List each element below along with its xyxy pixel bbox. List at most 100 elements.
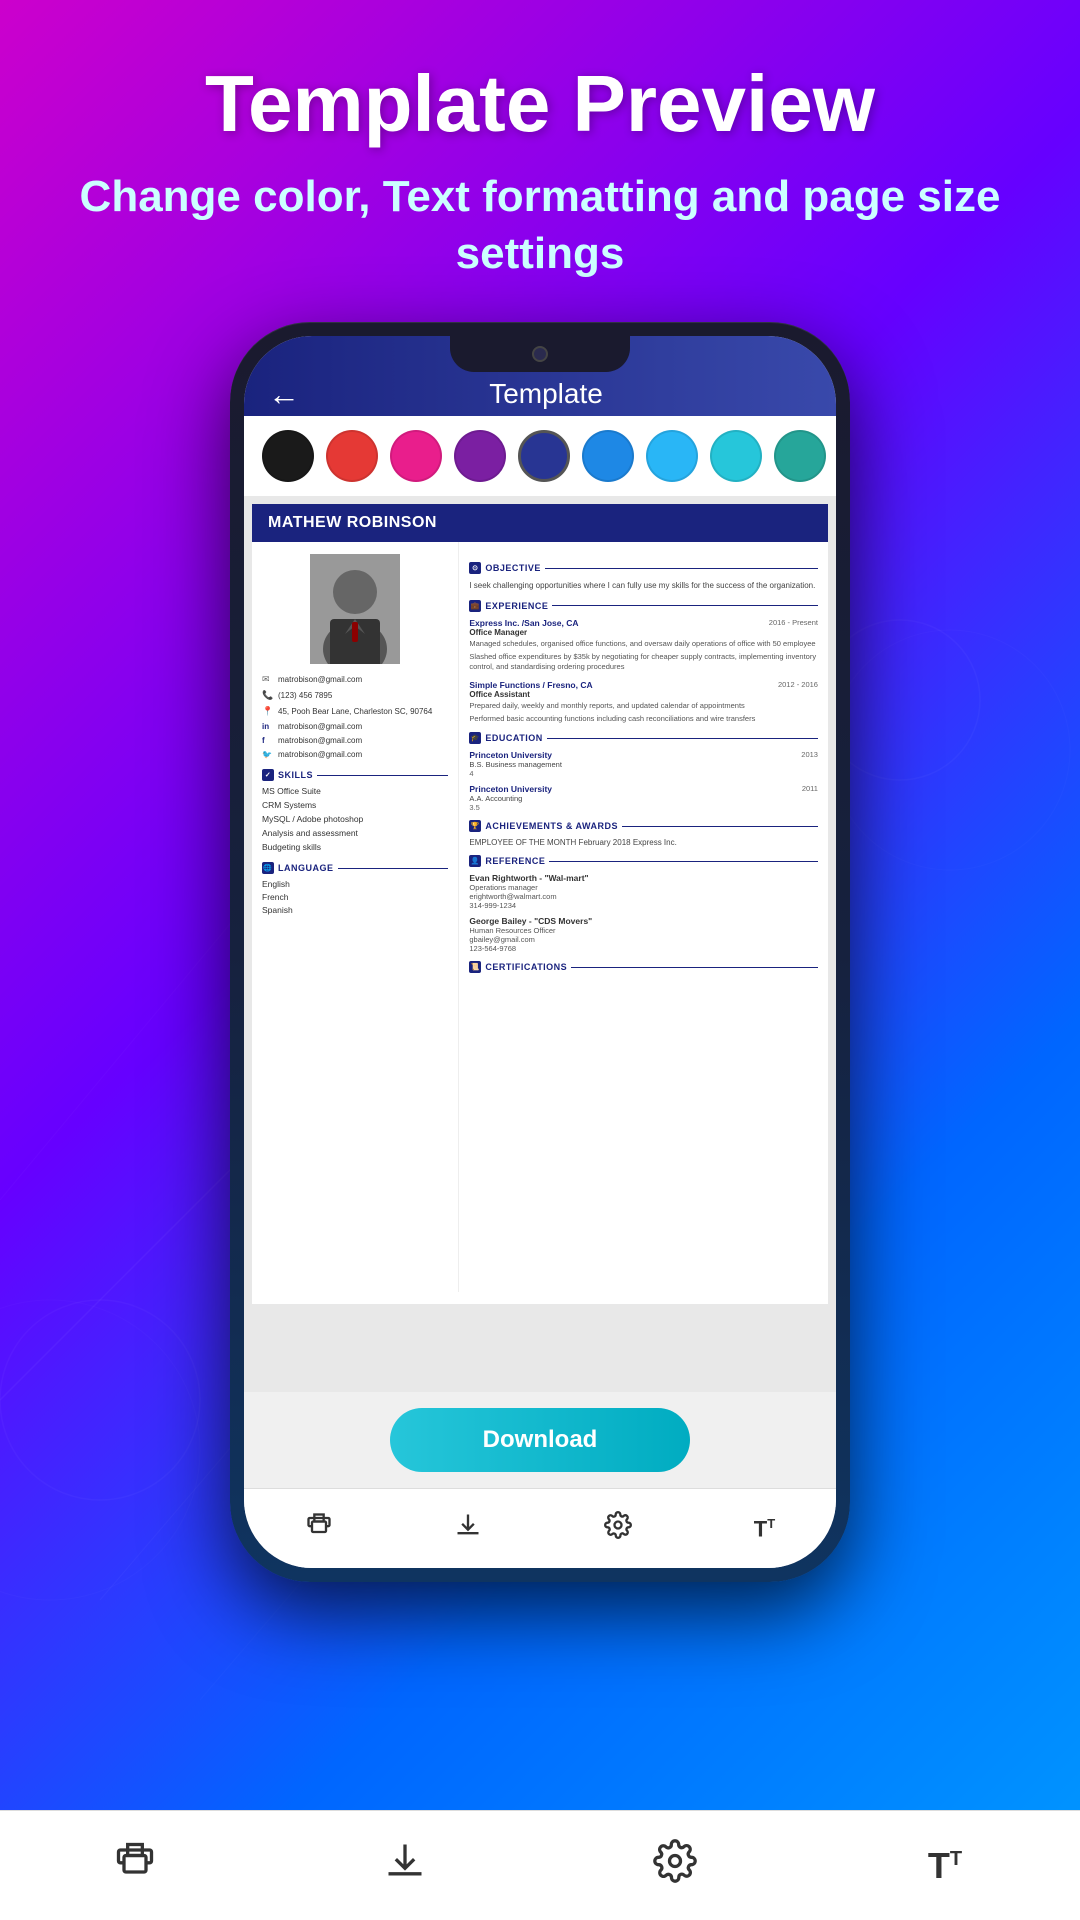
nav-download[interactable] <box>434 1503 502 1554</box>
page-download-icon <box>383 1839 427 1893</box>
resume-name-header: MATHEW ROBINSON <box>252 504 828 542</box>
email-text: matrobison@gmail.com <box>278 675 362 684</box>
contact-email: ✉ matrobison@gmail.com <box>262 674 448 685</box>
download-nav-icon <box>454 1511 482 1546</box>
camera-dot <box>532 346 548 362</box>
page-nav-download[interactable] <box>270 1839 540 1893</box>
page-nav-font[interactable]: TT <box>810 1848 1080 1884</box>
lang-english: English <box>262 879 448 889</box>
exp-item-1: Express Inc. /San Jose, CA 2016 - Presen… <box>469 618 818 672</box>
facebook-text: matrobison@gmail.com <box>278 736 362 745</box>
skill-4: Analysis and assessment <box>262 828 448 838</box>
exp-item-2: Simple Functions / Fresno, CA 2012 - 201… <box>469 680 818 724</box>
page-nav-settings[interactable] <box>540 1839 810 1893</box>
color-purple[interactable] <box>454 430 506 482</box>
skill-5: Budgeting skills <box>262 842 448 852</box>
exp-role-1: Office Manager <box>469 628 818 637</box>
phone-mockup: ← Template <box>0 322 1080 1582</box>
ref-phone-1: 314-999-1234 <box>469 901 818 910</box>
lang-spanish: Spanish <box>262 905 448 915</box>
linkedin-icon: in <box>262 722 272 731</box>
skills-section-title: ✓ SKILLS <box>262 769 448 781</box>
app-title: Template <box>320 378 812 410</box>
header-subtitle: Change color, Text formatting and page s… <box>0 168 1080 282</box>
language-section-title: 🌐 LANGUAGE <box>262 862 448 874</box>
edu-item-1: Princeton University 2013 B.S. Business … <box>469 750 818 778</box>
ref-role-1: Operations manager <box>469 883 818 892</box>
color-black[interactable] <box>262 430 314 482</box>
skill-1: MS Office Suite <box>262 786 448 796</box>
phone-icon: 📞 <box>262 690 272 701</box>
phone-outer-frame: ← Template <box>230 322 850 1582</box>
exp-desc-1: Managed schedules, organised office func… <box>469 639 818 649</box>
education-icon: 🎓 <box>469 732 481 744</box>
ref-email-2: gbailey@gmail.com <box>469 935 818 944</box>
exp-desc-2: Prepared daily, weekly and monthly repor… <box>469 701 818 711</box>
lang-french: French <box>262 892 448 902</box>
edu-item-2: Princeton University 2011 A.A. Accountin… <box>469 784 818 812</box>
color-red[interactable] <box>326 430 378 482</box>
ref-phone-2: 123-564-9768 <box>469 944 818 953</box>
experience-icon: 💼 <box>469 600 481 612</box>
resume-left-column: ✉ matrobison@gmail.com 📞 (123) 456 7895 … <box>252 542 459 1292</box>
color-navy[interactable] <box>518 430 570 482</box>
objective-heading: ⊙ OBJECTIVE <box>469 562 818 574</box>
page-title: Template Preview <box>0 60 1080 148</box>
page-nav-print[interactable] <box>0 1839 270 1893</box>
nav-font-size[interactable]: TT <box>734 1508 795 1550</box>
ref-email-1: erightworth@walmart.com <box>469 892 818 901</box>
page-font-icon: TT <box>928 1848 962 1884</box>
address-icon: 📍 <box>262 706 272 717</box>
color-palette <box>244 416 836 496</box>
edu-degree-1: B.S. Business management <box>469 760 818 769</box>
candidate-name: MATHEW ROBINSON <box>268 514 437 531</box>
exp-desc-2b: Performed basic accounting functions inc… <box>469 714 818 724</box>
phone-bottom-nav: TT <box>244 1488 836 1568</box>
color-teal[interactable] <box>710 430 762 482</box>
contact-address: 📍 45, Pooh Bear Lane, Charleston SC, 907… <box>262 706 448 717</box>
exp-company-1: Express Inc. /San Jose, CA 2016 - Presen… <box>469 618 818 628</box>
skills-icon: ✓ <box>262 769 274 781</box>
email-icon: ✉ <box>262 674 272 685</box>
achievements-heading: 🏆 ACHIEVEMENTS & AWARDS <box>469 820 818 832</box>
address-text: 45, Pooh Bear Lane, Charleston SC, 90764 <box>278 707 432 716</box>
ref-role-2: Human Resources Officer <box>469 926 818 935</box>
edu-gpa-2: 3.5 <box>469 803 818 812</box>
color-blue[interactable] <box>582 430 634 482</box>
reference-heading: 👤 REFERENCE <box>469 855 818 867</box>
resume-right-column: ⊙ OBJECTIVE I seek challenging opportuni… <box>459 542 828 1292</box>
phone-inner-frame: ← Template <box>244 336 836 1568</box>
facebook-icon: f <box>262 736 272 745</box>
header-section: Template Preview Change color, Text form… <box>0 0 1080 282</box>
contact-linkedin: in matrobison@gmail.com <box>262 722 448 731</box>
settings-icon <box>604 1511 632 1546</box>
contact-facebook: f matrobison@gmail.com <box>262 736 448 745</box>
twitter-icon: 🐦 <box>262 750 272 759</box>
resume-body: ✉ matrobison@gmail.com 📞 (123) 456 7895 … <box>252 542 828 1292</box>
reference-icon: 👤 <box>469 855 481 867</box>
color-light-blue[interactable] <box>646 430 698 482</box>
certifications-icon: 📜 <box>469 961 481 973</box>
page-print-icon <box>113 1839 157 1893</box>
contact-phone: 📞 (123) 456 7895 <box>262 690 448 701</box>
print-icon <box>305 1511 333 1546</box>
phone-screen: ← Template <box>244 336 836 1568</box>
exp-desc-1b: Slashed office expenditures by $35k by n… <box>469 652 818 672</box>
color-pink[interactable] <box>390 430 442 482</box>
experience-heading: 💼 EXPERIENCE <box>469 600 818 612</box>
download-button[interactable]: Download <box>390 1408 690 1472</box>
edu-degree-2: A.A. Accounting <box>469 794 818 803</box>
edu-school-2: Princeton University 2011 <box>469 784 818 794</box>
certifications-heading: 📜 CERTIFICATIONS <box>469 961 818 973</box>
achievements-icon: 🏆 <box>469 820 481 832</box>
nav-print[interactable] <box>285 1503 353 1554</box>
resume-scroll-area[interactable]: MATHEW ROBINSON <box>244 496 836 1392</box>
exp-company-2: Simple Functions / Fresno, CA 2012 - 201… <box>469 680 818 690</box>
exp-role-2: Office Assistant <box>469 690 818 699</box>
back-button[interactable]: ← <box>268 376 300 413</box>
nav-settings[interactable] <box>584 1503 652 1554</box>
font-size-icon: TT <box>754 1516 775 1542</box>
color-mint[interactable] <box>774 430 826 482</box>
ref-item-1: Evan Rightworth - "Wal-mart" Operations … <box>469 873 818 910</box>
skill-3: MySQL / Adobe photoshop <box>262 814 448 824</box>
